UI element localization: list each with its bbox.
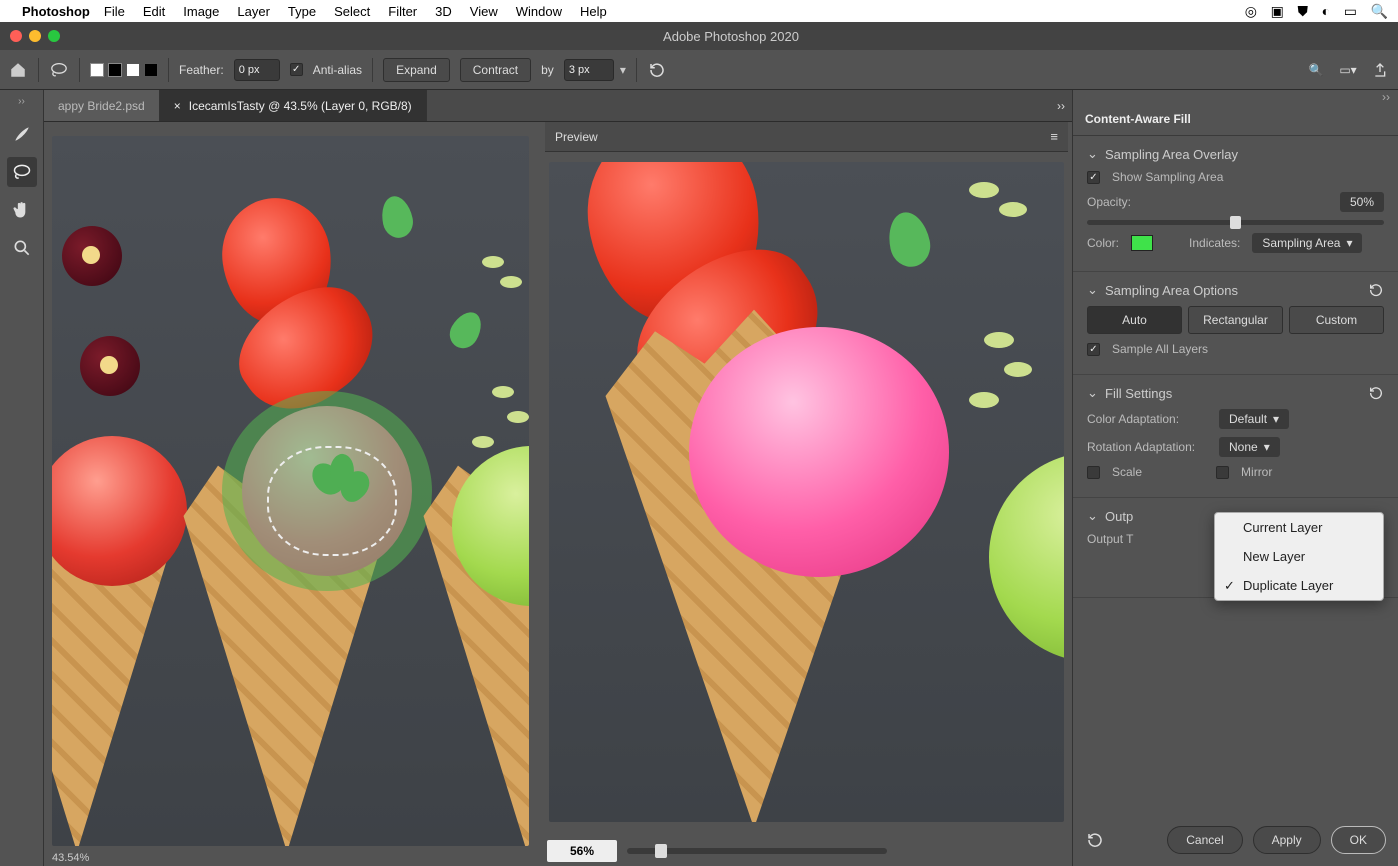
reset-icon[interactable] [1366,280,1386,300]
overlay-swatches[interactable] [90,63,158,77]
apply-button[interactable]: Apply [1253,826,1321,854]
menu-window[interactable]: Window [516,4,562,19]
mirror-checkbox[interactable] [1216,466,1229,479]
menu-3d[interactable]: 3D [435,4,452,19]
section-fill-settings: ⌄Fill Settings Color Adaptation: Default… [1073,375,1398,498]
shield-icon[interactable]: ⛊ [1297,3,1308,19]
tab-label: appy Bride2.psd [58,99,145,113]
scale-checkbox[interactable] [1087,466,1100,479]
chevron-down-icon[interactable]: ⌄ [1087,146,1097,162]
minimize-window-button[interactable] [29,30,41,42]
mode-custom-button[interactable]: Custom [1289,306,1384,334]
panel-title: Content-Aware Fill [1073,102,1398,136]
reset-all-icon[interactable] [1085,830,1105,850]
section-sampling-options: ⌄Sampling Area Options Auto Rectangular … [1073,272,1398,375]
panel-collapse-icon[interactable]: ›› [1073,90,1398,102]
workspace: 43.54% Preview ≡ 56% [44,122,1072,866]
search-icon[interactable]: 🔍 [1306,60,1326,80]
overlay-color-swatch[interactable] [1131,235,1153,251]
tab-overflow-icon[interactable]: ›› [1050,90,1072,121]
share-icon[interactable] [1370,60,1390,80]
mode-rectangular-button[interactable]: Rectangular [1188,306,1283,334]
toolbox: ›› [0,90,44,866]
tab-label: IcecamIsTasty @ 43.5% (Layer 0, RGB/8) [189,99,412,113]
document-tabs: appy Bride2.psd × IcecamIsTasty @ 43.5% … [44,90,1072,122]
opacity-slider[interactable] [1087,220,1384,225]
cancel-button[interactable]: Cancel [1167,826,1242,854]
menu-image[interactable]: Image [183,4,219,19]
window-titlebar: Adobe Photoshop 2020 [0,22,1398,50]
traffic-lights [10,30,60,42]
section-output-settings: ⌄Outp Output T Current Layer New Layer D… [1073,498,1398,598]
chevron-down-icon[interactable]: ⌄ [1087,282,1097,298]
by-label: by [541,63,554,77]
menu-help[interactable]: Help [580,4,607,19]
menu-edit[interactable]: Edit [143,4,165,19]
close-window-button[interactable] [10,30,22,42]
chevron-down-icon[interactable]: ⌄ [1087,385,1097,401]
reset-icon[interactable] [1366,383,1386,403]
output-option-current[interactable]: Current Layer [1215,513,1383,542]
contract-button[interactable]: Contract [460,58,531,82]
cc-icon[interactable]: ◎ [1245,3,1257,19]
output-option-new[interactable]: New Layer [1215,542,1383,571]
menu-layer[interactable]: Layer [237,4,270,19]
options-bar: Feather: Anti-alias Expand Contract by ▾… [0,50,1398,90]
close-tab-icon[interactable]: × [174,99,181,113]
show-sampling-checkbox[interactable] [1087,171,1100,184]
by-input[interactable] [564,59,614,81]
tray-icon[interactable]: ▣ [1271,3,1284,19]
search-icon[interactable]: 🔍 [1371,3,1388,19]
menu-file[interactable]: File [104,4,125,19]
menu-view[interactable]: View [470,4,498,19]
tab-icecream[interactable]: × IcecamIsTasty @ 43.5% (Layer 0, RGB/8) [160,90,427,121]
sample-all-layers-checkbox[interactable] [1087,343,1100,356]
maximize-window-button[interactable] [48,30,60,42]
expand-button[interactable]: Expand [383,58,450,82]
lasso-tool-icon[interactable] [7,157,37,187]
feather-label: Feather: [179,63,224,77]
feather-input[interactable] [234,59,280,81]
output-to-popup: Current Layer New Layer Duplicate Layer [1214,512,1384,601]
lasso-icon[interactable] [49,60,69,80]
preview-canvas[interactable]: Preview ≡ 56% [541,122,1072,866]
antialias-checkbox[interactable] [290,63,303,76]
app-name[interactable]: Photoshop [22,4,90,19]
mode-auto-button[interactable]: Auto [1087,306,1182,334]
macos-menubar: Photoshop File Edit Image Layer Type Sel… [0,0,1398,22]
brush-tool-icon[interactable] [7,119,37,149]
chevron-down-icon[interactable]: ▾ [620,63,626,77]
zoom-readout-left: 43.54% [52,852,89,864]
menu-type[interactable]: Type [288,4,316,19]
tab-bride[interactable]: appy Bride2.psd [44,90,160,121]
home-icon[interactable] [8,60,28,80]
preview-title: Preview [555,130,598,144]
expand-handle-icon[interactable]: ›› [18,96,25,107]
color-adaptation-dropdown[interactable]: Default▾ [1219,409,1289,429]
menu-filter[interactable]: Filter [388,4,417,19]
window-title: Adobe Photoshop 2020 [74,29,1388,44]
output-option-duplicate[interactable]: Duplicate Layer [1215,571,1383,600]
section-sampling-overlay: ⌄Sampling Area Overlay Show Sampling Are… [1073,136,1398,272]
workspace-icon[interactable]: ▭▾ [1338,60,1358,80]
opacity-value[interactable]: 50% [1340,192,1384,212]
zoom-tool-icon[interactable] [7,233,37,263]
menu-select[interactable]: Select [334,4,370,19]
reset-icon[interactable] [647,60,667,80]
ok-button[interactable]: OK [1331,826,1386,854]
antialias-label: Anti-alias [313,63,362,77]
zoom-slider[interactable] [627,848,887,854]
source-canvas[interactable]: 43.54% [44,122,541,866]
panel-actions: Cancel Apply OK [1073,814,1398,866]
rotation-adaptation-dropdown[interactable]: None▾ [1219,437,1280,457]
panel-menu-icon[interactable]: ≡ [1050,129,1058,144]
zoom-input[interactable]: 56% [547,840,617,862]
macos-tray: ◎ ▣ ⛊ ◐ ▭ 🔍 [1235,3,1388,20]
chevron-down-icon[interactable]: ⌄ [1087,508,1097,524]
clock-icon[interactable]: ◐ [1322,3,1330,19]
content-aware-panel: ›› Content-Aware Fill ⌄Sampling Area Ove… [1072,90,1398,866]
hand-tool-icon[interactable] [7,195,37,225]
indicates-dropdown[interactable]: Sampling Area▾ [1252,233,1362,253]
display-icon[interactable]: ▭ [1344,3,1357,19]
